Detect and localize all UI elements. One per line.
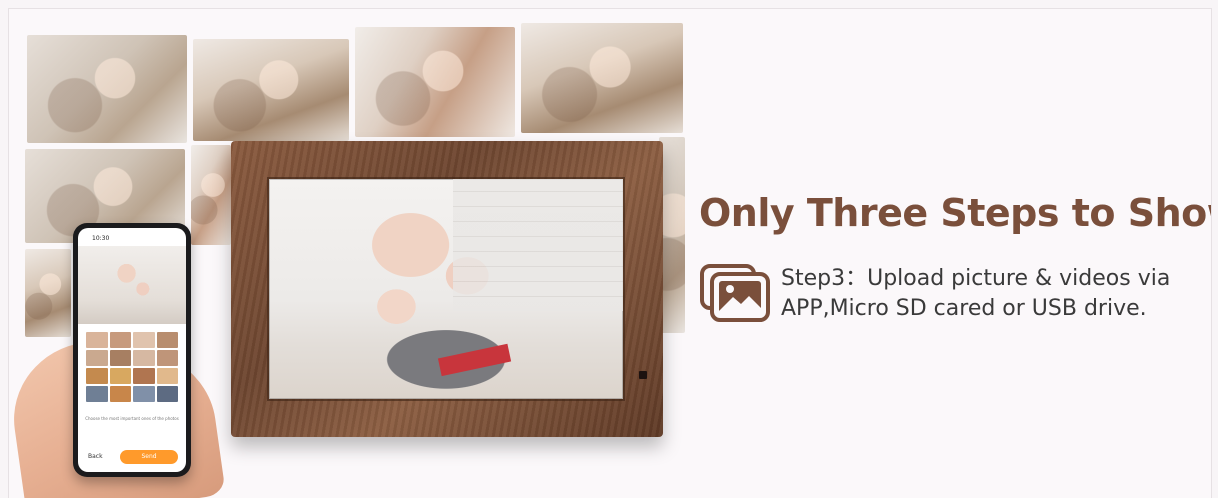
frame-screen-photo: [269, 179, 623, 399]
grid-thumbnail[interactable]: [133, 350, 155, 366]
collage-photo: [521, 23, 683, 133]
digital-photo-frame: [231, 141, 663, 437]
photo-gallery-icon: [700, 264, 770, 322]
collage-photo: [25, 249, 71, 337]
grid-thumbnail[interactable]: [109, 350, 131, 366]
grid-thumbnail[interactable]: [86, 386, 108, 402]
promo-banner: 10:30 Choose the most important ones of …: [8, 8, 1212, 498]
grid-thumbnail[interactable]: [133, 332, 155, 348]
phone-status-time: 10:30: [92, 235, 110, 242]
grid-thumbnail[interactable]: [86, 368, 108, 384]
grid-thumbnail[interactable]: [109, 332, 131, 348]
smartphone: 10:30 Choose the most important ones of …: [73, 223, 191, 477]
grid-thumbnail[interactable]: [156, 386, 178, 402]
grid-thumbnail[interactable]: [156, 350, 178, 366]
collage-photo: [191, 145, 231, 245]
send-button[interactable]: Send: [120, 450, 178, 464]
phone-photo-grid: [86, 332, 178, 402]
step-description: Step3：Upload picture & videos via APP,Mi…: [781, 264, 1170, 324]
collage-photo: [27, 35, 187, 143]
headline: Only Three Steps to Show: [699, 191, 1212, 235]
step-line-2: APP,Micro SD cared or USB drive.: [781, 296, 1147, 321]
back-button[interactable]: Back: [88, 453, 103, 460]
collage-photo: [355, 27, 515, 137]
grid-thumbnail[interactable]: [133, 386, 155, 402]
grid-thumbnail[interactable]: [86, 350, 108, 366]
grid-thumbnail[interactable]: [109, 386, 131, 402]
grid-thumbnail[interactable]: [156, 332, 178, 348]
frame-sensor: [639, 371, 647, 379]
phone-caption: Choose the most important ones of the ph…: [85, 416, 179, 421]
phone-preview-photo: [78, 246, 186, 324]
collage-photo: [193, 39, 349, 141]
grid-thumbnail[interactable]: [133, 368, 155, 384]
step-line-1: Step3：Upload picture & videos via: [781, 266, 1171, 291]
grid-thumbnail[interactable]: [156, 368, 178, 384]
phone-screen: 10:30 Choose the most important ones of …: [78, 228, 186, 472]
grid-thumbnail[interactable]: [86, 332, 108, 348]
grid-thumbnail[interactable]: [109, 368, 131, 384]
